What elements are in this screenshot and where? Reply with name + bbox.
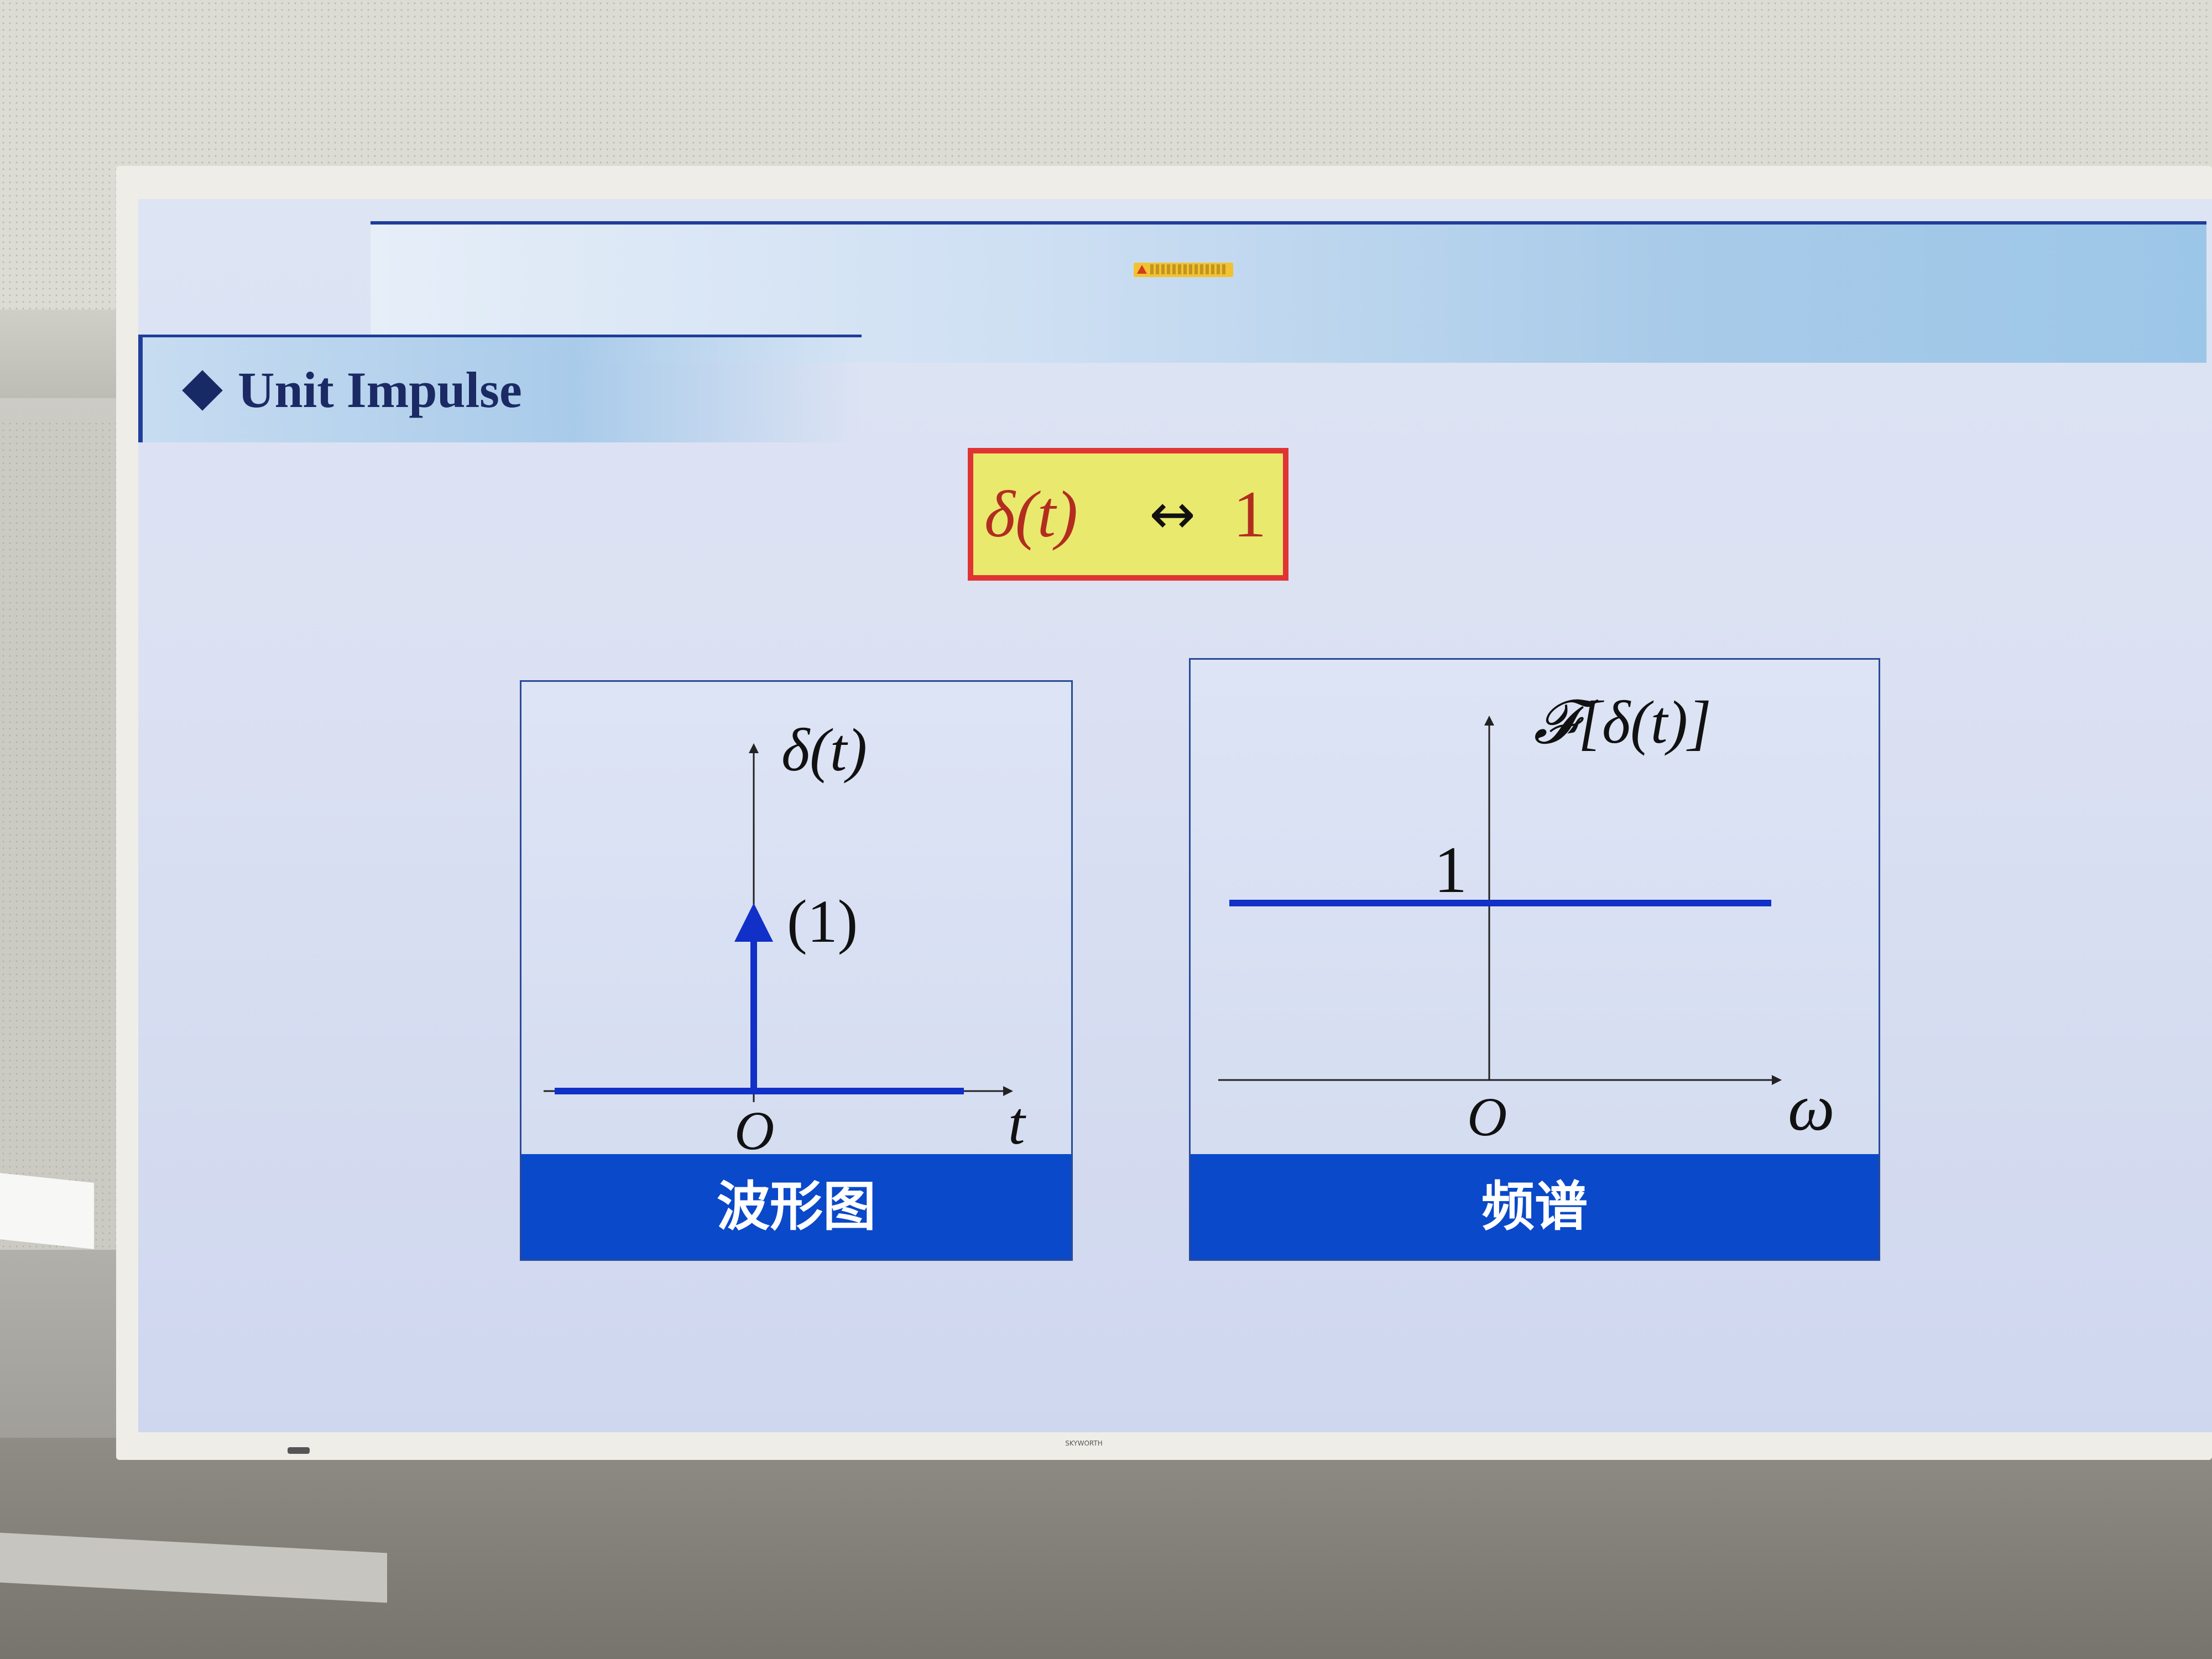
spectrum-x-label: ω (1788, 1071, 1835, 1144)
spectrum-level-label: 1 (1434, 833, 1467, 906)
waveform-panel: δ(t) (1) O t 波形图 (520, 680, 1073, 1261)
floor-area (0, 1438, 2212, 1659)
waveform-origin-label: O (734, 1100, 774, 1157)
slide-title: Unit Impulse (238, 362, 522, 418)
tv-screen: Unit Impulse δ(t) ↔ 1 δ(t) (1) O t 波形图 𝓕… (138, 199, 2212, 1432)
formula-rhs: 1 (1233, 477, 1266, 551)
formula-arrow: ↔ (1149, 482, 1196, 546)
wall-light (0, 1173, 94, 1249)
sticker-text (1150, 264, 1228, 274)
warning-icon (1137, 265, 1147, 274)
spectrum-y-label: 𝓕[δ(t)] (1533, 688, 1712, 756)
tv-brand-label: SKYWORTH (1065, 1439, 1103, 1447)
spectrum-panel: 𝓕[δ(t)] 1 O ω 频谱 (1189, 658, 1880, 1261)
waveform-plot: δ(t) (1) O t (544, 716, 1026, 1157)
waveform-caption: 波形图 (521, 1154, 1071, 1259)
spectrum-caption: 频谱 (1191, 1154, 1879, 1259)
impulse-strength-label: (1) (787, 888, 858, 955)
spectrum-origin-label: O (1467, 1086, 1507, 1147)
waveform-x-label: t (1008, 1089, 1026, 1157)
impulse-arrowhead-icon (734, 903, 773, 942)
warning-sticker (1134, 263, 1233, 277)
tv-sensor (288, 1447, 310, 1454)
formula-box: δ(t) ↔ 1 (968, 448, 1288, 581)
formula-lhs: δ(t) (984, 477, 1078, 551)
waveform-y-label: δ(t) (781, 716, 867, 784)
spectrum-plot: 𝓕[δ(t)] 1 O ω (1218, 688, 1835, 1147)
